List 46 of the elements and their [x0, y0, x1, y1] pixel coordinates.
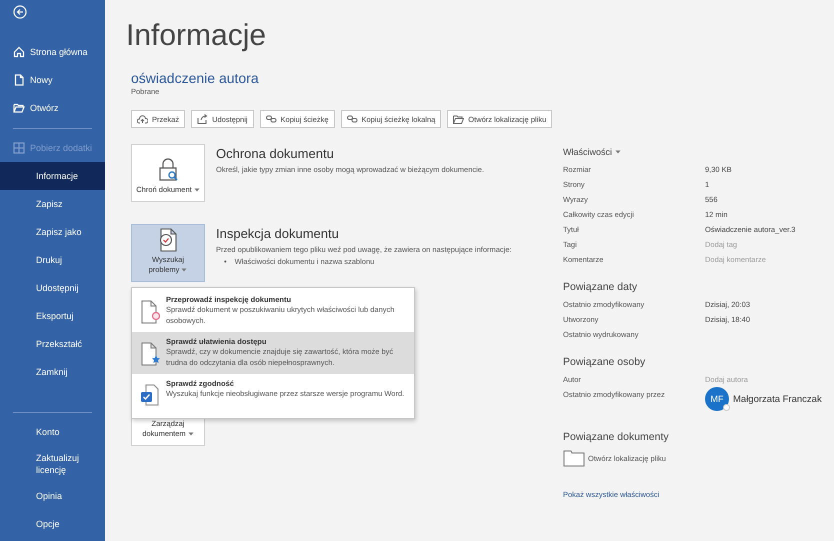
document-inspect-icon [140, 300, 160, 324]
group-heading: Powiązane daty [563, 281, 638, 294]
caret-icon [181, 268, 188, 272]
sidebar-item[interactable]: Opcje [0, 510, 90, 538]
sidebar-item[interactable]: Zapisz jako [0, 218, 105, 246]
link-icon [346, 115, 358, 123]
section-heading: Ochrona dokumentu [216, 146, 335, 162]
lock-icon [157, 158, 179, 182]
group-heading: Powiązane dokumenty [563, 431, 670, 444]
folder-icon [453, 114, 464, 124]
properties-menu[interactable]: Właściwości [563, 146, 831, 158]
back-icon[interactable] [13, 5, 27, 19]
sidebar-item[interactable]: Przekształć [0, 330, 105, 358]
sidebar-item[interactable]: Zamknij [0, 358, 105, 386]
caret-icon [188, 432, 194, 436]
folder-icon [13, 102, 25, 114]
person-name: Małgorzata Franczak [733, 394, 822, 404]
sidebar-item[interactable]: Strona główna [0, 38, 105, 66]
group-heading: Powiązane osoby [563, 356, 646, 369]
sidebar-item[interactable]: Informacje [0, 162, 105, 190]
sidebar-item[interactable]: Konto [0, 418, 90, 446]
document-check-icon [158, 228, 178, 252]
new-document-icon [13, 74, 25, 86]
sidebar-item[interactable]: Drukuj [0, 246, 105, 274]
home-icon [13, 46, 25, 58]
presence-icon [723, 404, 730, 411]
document-name: oświadczenie autora [131, 70, 260, 87]
document-compatibility-icon [140, 384, 160, 408]
link-icon [266, 115, 277, 123]
sidebar-item[interactable]: Zaktualizuj licencję [0, 446, 90, 482]
section-heading: Inspekcja dokumentu [216, 226, 340, 242]
sidebar-item[interactable]: Udostępnij [0, 274, 105, 302]
grid-icon [13, 142, 25, 154]
sidebar-item[interactable]: Otwórz [0, 94, 105, 122]
share-icon [197, 114, 208, 124]
sidebar-item[interactable]: Opinia [0, 482, 90, 510]
sidebar-item[interactable]: Zapisz [0, 190, 105, 218]
avatar: MF [705, 387, 729, 411]
sidebar-item[interactable]: Nowy [0, 66, 105, 94]
caret-icon [194, 188, 200, 192]
page-title: Informacje [126, 18, 268, 54]
folder-icon [563, 450, 585, 467]
document-accessibility-icon [140, 342, 160, 366]
caret-icon [615, 150, 622, 154]
cloud-upload-icon [137, 114, 148, 124]
sidebar-item[interactable]: Eksportuj [0, 302, 105, 330]
